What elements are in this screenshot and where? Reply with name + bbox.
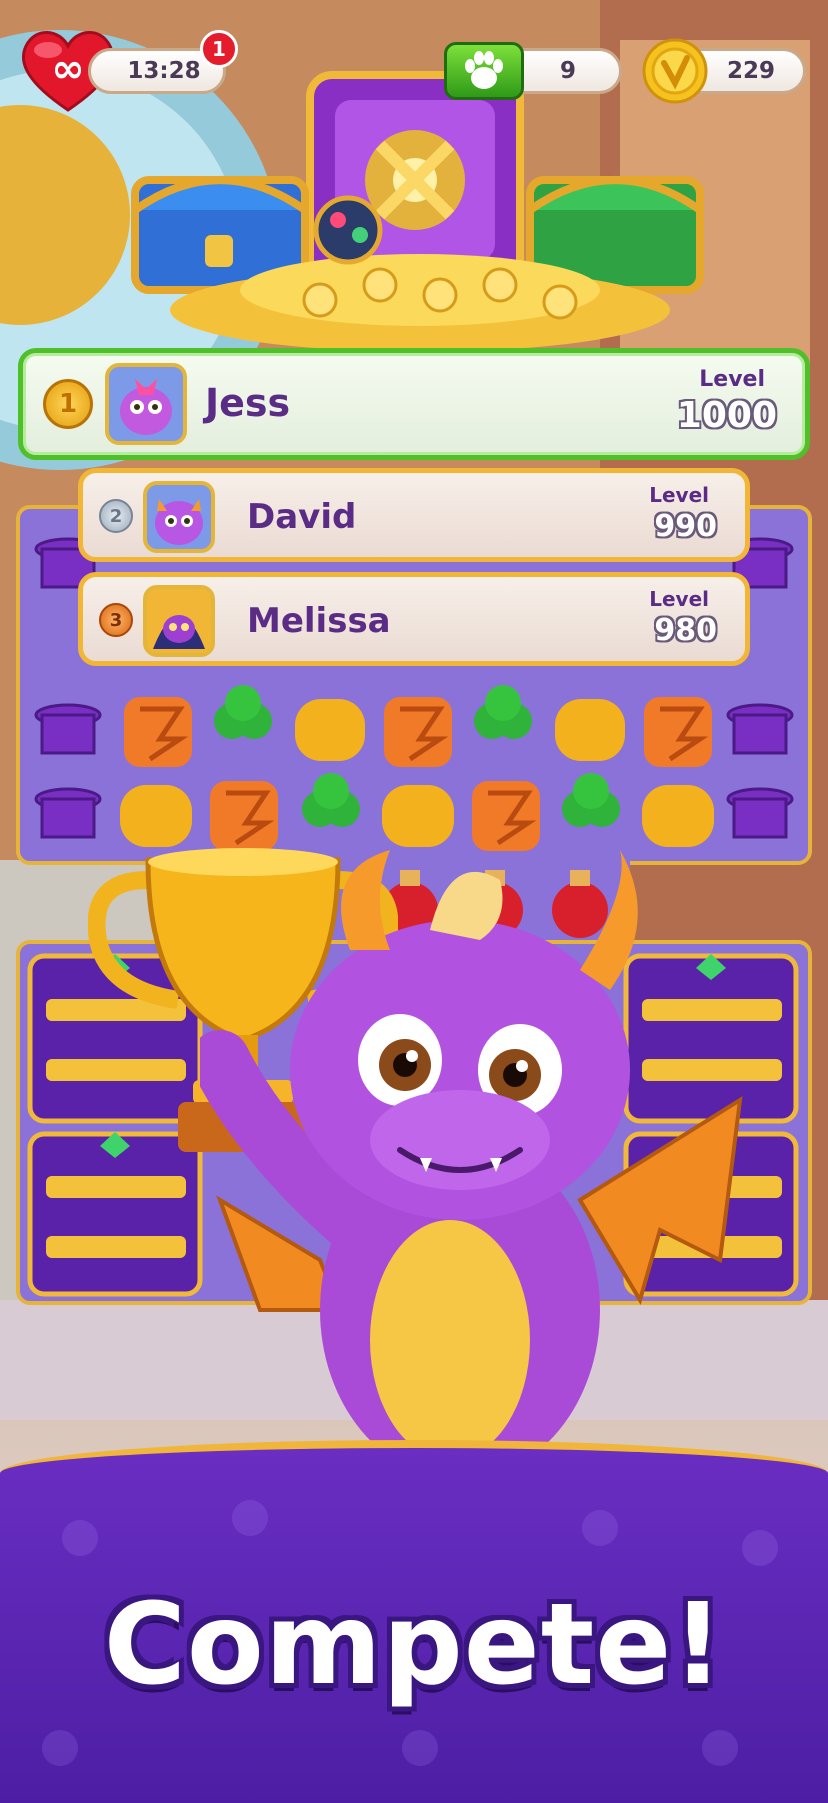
notification-badge[interactable]: 1 xyxy=(200,30,238,68)
level-label: Level xyxy=(649,587,709,611)
leaderboard-row-third[interactable]: 3 Melissa Level 980 xyxy=(78,572,750,666)
level-label: Level xyxy=(649,483,709,507)
level-value: 990 xyxy=(654,509,717,544)
player-name: Jess xyxy=(205,381,291,425)
paw-icon xyxy=(444,42,524,100)
level-label: Level xyxy=(699,367,765,392)
compete-title: Compete! xyxy=(103,1580,725,1710)
level-value: 980 xyxy=(654,613,717,648)
rank-gold-medal-icon: 1 xyxy=(43,379,93,429)
coins-count: 229 xyxy=(726,58,775,84)
level-value: 1000 xyxy=(676,395,777,436)
avatar-jess xyxy=(105,363,187,445)
dragon-mascot-icon xyxy=(190,840,760,1480)
rank-bronze-medal-icon: 3 xyxy=(99,603,133,637)
lives-timer: 13:28 xyxy=(127,58,201,84)
paws-count: 9 xyxy=(559,58,576,84)
player-name: David xyxy=(247,497,357,537)
leaderboard-row-first[interactable]: 1 Jess Level 1000 xyxy=(18,348,810,460)
player-name: Melissa xyxy=(247,601,391,641)
rank-silver-medal-icon: 2 xyxy=(99,499,133,533)
avatar-melissa xyxy=(143,585,215,657)
treasure-pile-icon xyxy=(120,70,710,352)
avatar-david xyxy=(143,481,215,553)
coin-icon xyxy=(642,38,708,104)
leaderboard-row-second[interactable]: 2 David Level 990 xyxy=(78,468,750,562)
